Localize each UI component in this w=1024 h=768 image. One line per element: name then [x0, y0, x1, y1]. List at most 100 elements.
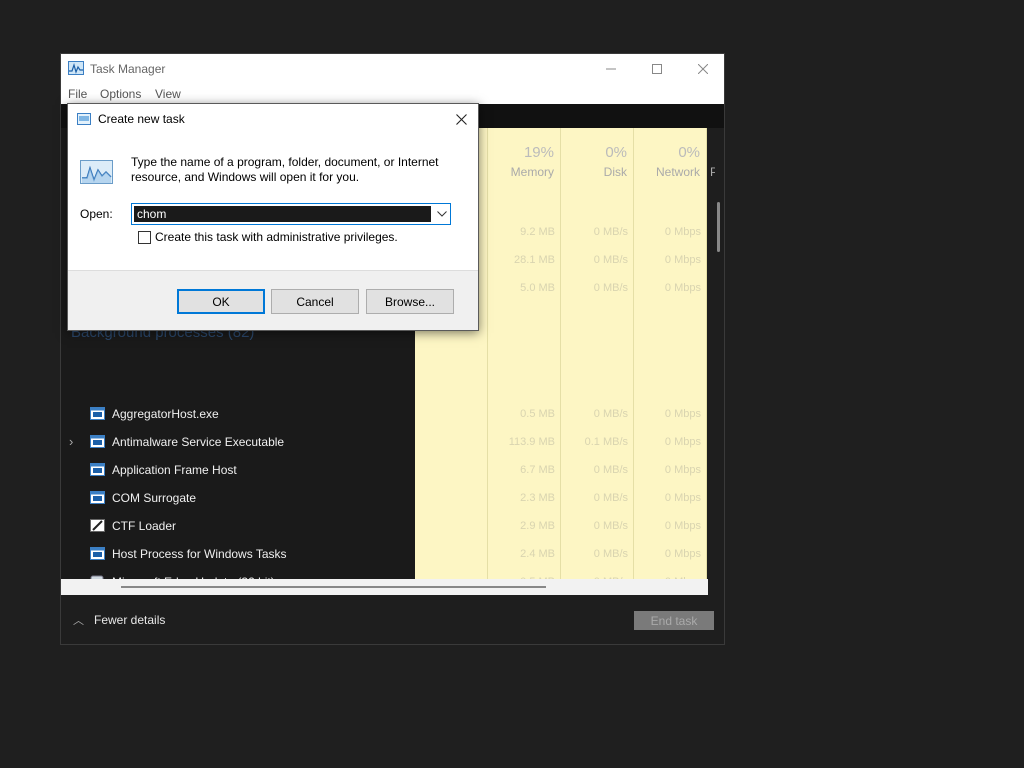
maximize-icon — [652, 64, 662, 74]
process-network-value: 0 Mbps — [664, 464, 701, 476]
scrollbar-corner — [708, 579, 724, 595]
network-column: 0% Network — [634, 128, 707, 579]
memory-column: 19% Memory — [488, 128, 561, 579]
close-icon — [698, 64, 708, 74]
process-memory-value: 2.3 MB — [520, 492, 555, 504]
process-disk-value: 0 MB/s — [593, 282, 628, 294]
process-disk-value: 0 MB/s — [593, 492, 628, 504]
ok-button[interactable]: OK — [177, 289, 265, 314]
app-window-icon — [90, 547, 105, 560]
memory-column-header[interactable]: 19% Memory — [488, 142, 560, 184]
menu-view[interactable]: View — [155, 87, 181, 101]
process-row[interactable]: Host Process for Windows Tasks — [61, 540, 415, 568]
chevron-up-icon: ︿ — [73, 615, 84, 627]
process-disk-value: 0 MB/s — [593, 226, 628, 238]
task-manager-graph-icon — [80, 160, 113, 184]
process-network-value: 0 Mbps — [664, 226, 701, 238]
minimize-button[interactable] — [588, 54, 634, 84]
menu-options[interactable]: Options — [100, 87, 141, 101]
vertical-scroll-thumb[interactable] — [717, 202, 720, 252]
process-network-value: 0 Mbps — [664, 408, 701, 420]
minimize-icon — [606, 68, 616, 70]
process-name: COM Surrogate — [112, 491, 197, 505]
admin-privileges-label: Create this task with administrative pri… — [155, 230, 398, 244]
process-name: CTF Loader — [112, 519, 177, 533]
process-name: Antimalware Service Executable — [112, 435, 285, 449]
dialog-title-bar: Create new task — [68, 104, 478, 134]
process-disk-value: 0 MB/s — [593, 464, 628, 476]
process-name: Application Frame Host — [112, 463, 237, 477]
process-row[interactable]: Microsoft Edge Update (32 bit) — [61, 568, 415, 579]
process-row[interactable]: › Antimalware Service Executable — [61, 428, 415, 456]
end-task-button[interactable]: End task — [634, 611, 714, 630]
disk-column-header[interactable]: 0% Disk — [561, 142, 633, 184]
process-memory-value: 5.0 MB — [520, 282, 555, 294]
dialog-description: Type the name of a program, folder, docu… — [131, 155, 439, 184]
process-memory-value: 2.4 MB — [520, 548, 555, 560]
dialog-close-button[interactable] — [448, 108, 474, 130]
process-network-value: 0 Mbps — [664, 548, 701, 560]
process-row[interactable]: AggregatorHost.exe — [61, 400, 415, 428]
process-disk-value: 0.1 MB/s — [584, 436, 628, 448]
create-new-task-dialog: Create new task Type the name of a progr… — [67, 103, 479, 331]
process-network-value: 0 Mbps — [664, 436, 701, 448]
app-window-icon — [90, 463, 105, 476]
dialog-title: Create new task — [98, 112, 185, 126]
vertical-scrollbar[interactable] — [715, 128, 724, 579]
task-manager-icon — [68, 61, 84, 75]
horizontal-scroll-thumb[interactable] — [121, 586, 546, 588]
close-button[interactable] — [680, 54, 726, 84]
browse-button[interactable]: Browse... — [366, 289, 454, 314]
close-icon — [455, 113, 467, 125]
process-memory-value: 113.9 MB — [508, 436, 555, 448]
chevron-right-icon[interactable]: › — [69, 434, 79, 449]
title-bar: Task Manager — [61, 54, 724, 84]
process-name: Host Process for Windows Tasks — [112, 547, 287, 561]
menu-file[interactable]: File — [68, 87, 87, 101]
cancel-button[interactable]: Cancel — [271, 289, 359, 314]
process-network-value: 0 Mbps — [664, 520, 701, 532]
open-input[interactable] — [134, 206, 431, 222]
horizontal-scrollbar[interactable] — [61, 579, 708, 595]
open-dropdown-button[interactable] — [433, 204, 451, 224]
process-disk-value: 0 MB/s — [593, 408, 628, 420]
process-memory-value: 6.7 MB — [520, 464, 555, 476]
admin-privileges-option[interactable]: Create this task with administrative pri… — [138, 230, 398, 244]
process-network-value: 0 Mbps — [664, 492, 701, 504]
memory-usage-percent: 19% — [523, 144, 554, 161]
process-name: AggregatorHost.exe — [112, 407, 219, 421]
process-memory-value: 9.2 MB — [520, 226, 555, 238]
dialog-content: Type the name of a program, folder, docu… — [68, 134, 478, 271]
open-label: Open: — [80, 207, 113, 221]
disk-column: 0% Disk — [561, 128, 634, 579]
maximize-button[interactable] — [634, 54, 680, 84]
process-memory-value: 28.1 MB — [514, 254, 555, 266]
menu-bar: File Options View — [61, 84, 724, 104]
process-row[interactable]: COM Surrogate — [61, 484, 415, 512]
network-column-header[interactable]: 0% Network — [634, 142, 706, 184]
app-window-icon — [90, 407, 105, 420]
chevron-down-icon — [437, 211, 447, 217]
fewer-details-label: Fewer details — [94, 613, 166, 627]
run-icon — [77, 113, 91, 125]
memory-column-label: Memory — [510, 165, 554, 179]
pen-icon — [90, 519, 105, 532]
process-row[interactable]: Application Frame Host — [61, 456, 415, 484]
app-window-icon — [90, 435, 105, 448]
process-row[interactable]: CTF Loader — [61, 512, 415, 540]
process-disk-value: 0 MB/s — [593, 254, 628, 266]
footer: ︿ Fewer details End task — [61, 595, 724, 644]
disk-usage-percent: 0% — [605, 144, 627, 161]
process-memory-value: 0.5 MB — [520, 408, 555, 420]
fewer-details-button[interactable]: ︿ Fewer details — [73, 612, 165, 628]
process-disk-value: 0 MB/s — [593, 548, 628, 560]
admin-privileges-checkbox[interactable] — [138, 230, 151, 244]
process-network-value: 0 Mbps — [664, 282, 701, 294]
app-window-icon — [90, 491, 105, 504]
process-disk-value: 0 MB/s — [593, 520, 628, 532]
disk-column-label: Disk — [603, 165, 627, 179]
process-network-value: 0 Mbps — [664, 254, 701, 266]
network-column-label: Network — [655, 165, 700, 179]
open-combobox[interactable] — [131, 203, 451, 225]
network-usage-percent: 0% — [678, 144, 700, 161]
